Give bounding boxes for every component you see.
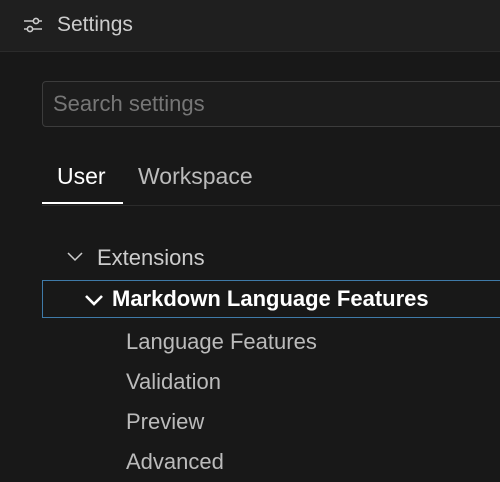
tree-item-label: Markdown Language Features bbox=[112, 286, 429, 311]
active-tab-indicator bbox=[42, 202, 123, 204]
tab-workspace[interactable]: Workspace bbox=[138, 162, 253, 190]
tree-item-advanced[interactable]: Advanced bbox=[0, 444, 500, 482]
settings-tabs: User Workspace bbox=[0, 150, 500, 206]
tree-item-validation[interactable]: Validation bbox=[0, 364, 500, 404]
tree-item-language-features[interactable]: Language Features bbox=[0, 324, 500, 364]
search-settings-input[interactable] bbox=[53, 82, 493, 126]
chevron-down-icon bbox=[85, 295, 103, 306]
chevron-down-icon bbox=[67, 252, 83, 262]
settings-window: Settings User Workspace Extensions Markd… bbox=[0, 0, 500, 482]
tree-item-extensions[interactable]: Extensions bbox=[0, 236, 500, 276]
tree-item-label: Validation bbox=[126, 369, 221, 394]
title-bar: Settings bbox=[0, 0, 500, 52]
settings-sliders-icon bbox=[24, 17, 42, 33]
tree-item-preview[interactable]: Preview bbox=[0, 404, 500, 444]
tree-item-label: Extensions bbox=[97, 245, 205, 270]
tree-item-label: Language Features bbox=[126, 329, 317, 354]
tab-user[interactable]: User bbox=[57, 162, 106, 190]
page-title: Settings bbox=[57, 13, 133, 36]
tree-item-label: Preview bbox=[126, 409, 205, 434]
search-box[interactable] bbox=[42, 81, 500, 127]
tabs-divider bbox=[42, 205, 500, 206]
tree-item-label: Advanced bbox=[126, 449, 224, 474]
tree-item-markdown-language-features[interactable]: Markdown Language Features bbox=[42, 280, 500, 318]
